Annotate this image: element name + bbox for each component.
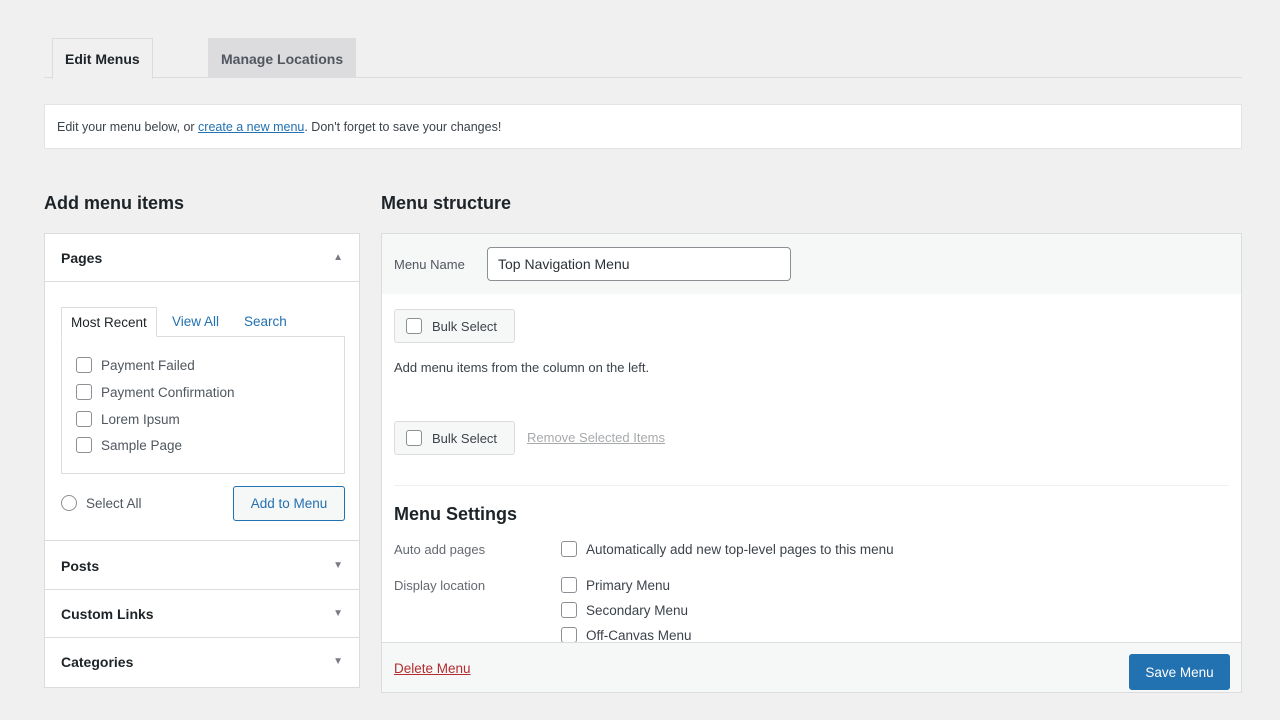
auto-add-pages-label: Auto add pages [394,542,486,557]
bulk-select-label: Bulk Select [432,318,498,334]
location-label: Off-Canvas Menu [586,627,692,643]
notice-prefix: Edit your menu below, or [57,120,199,134]
triangle-up-icon: ▲ [333,252,343,263]
accordion-pages-header[interactable]: Pages ▲ [45,234,359,282]
select-all: Select All [61,495,142,511]
list-item: Payment Failed [76,355,195,375]
checkbox[interactable] [76,437,92,453]
location-label: Primary Menu [586,577,671,593]
accordion-custom-links-header[interactable]: Custom Links ▼ [45,590,359,638]
tab-edit-menus[interactable]: Edit Menus [52,38,153,79]
add-menu-items-heading: Add menu items [44,193,185,213]
triangle-down-icon: ▼ [333,560,343,571]
triangle-down-icon: ▼ [333,608,343,619]
bulk-select-label: Bulk Select [432,430,498,446]
tab-search[interactable]: Search [235,307,296,337]
list-item: Lorem Ipsum [76,409,180,429]
location-checkbox[interactable] [561,627,577,643]
auto-add-option-label: Automatically add new top-level pages to… [586,541,894,557]
page-label: Payment Confirmation [101,384,235,400]
bulk-select-checkbox[interactable] [406,318,422,334]
accordion-categories-label: Categories [61,654,134,670]
checkbox[interactable] [76,384,92,400]
tab-manage-locations[interactable]: Manage Locations [208,38,357,78]
divider [394,485,1229,486]
select-all-checkbox[interactable] [61,495,77,511]
location-option: Off-Canvas Menu [561,627,692,643]
menu-name-input[interactable] [487,247,791,281]
bulk-select-button[interactable]: Bulk Select [394,309,515,343]
page-label: Sample Page [101,437,183,453]
nav-tab-wrapper: Edit Menus Manage Locations [44,38,1242,79]
location-option: Secondary Menu [561,602,688,618]
save-menu-button[interactable]: Save Menu [1129,654,1230,690]
menu-items-accordion: Pages ▲ Most Recent View All Search Paym… [44,233,360,688]
list-item: Payment Confirmation [76,382,235,402]
menu-empty-hint: Add menu items from the column on the le… [394,360,650,375]
page-label: Payment Failed [101,357,195,373]
tab-most-recent[interactable]: Most Recent [61,307,157,337]
auto-add-checkbox[interactable] [561,541,577,557]
create-new-menu-link[interactable]: create a new menu [198,120,304,134]
location-checkbox[interactable] [561,577,577,593]
remove-selected-items-link[interactable]: Remove Selected Items [527,430,665,445]
tab-view-all[interactable]: View All [163,307,228,337]
menu-settings-heading: Menu Settings [394,504,518,524]
display-location-label: Display location [394,578,486,593]
checkbox[interactable] [76,411,92,427]
accordion-categories-header[interactable]: Categories ▼ [45,638,359,686]
location-checkbox[interactable] [561,602,577,618]
menu-name-bar: Menu Name [382,234,1241,294]
location-label: Secondary Menu [586,602,689,618]
accordion-pages-label: Pages [61,250,103,266]
location-option: Primary Menu [561,577,670,593]
menu-name-label: Menu Name [394,257,465,272]
pages-subtabs: Most Recent View All Search [61,307,345,337]
notice-suffix: . Don't forget to save your changes! [304,120,502,134]
menu-footer: Delete Menu Save Menu [382,642,1241,692]
pages-checklist: Payment Failed Payment Confirmation Lore… [61,336,345,474]
accordion-custom-links-label: Custom Links [61,606,154,622]
menu-structure-heading: Menu structure [381,193,512,213]
page-label: Lorem Ipsum [101,411,180,427]
pages-panel: Most Recent View All Search Payment Fail… [45,283,359,541]
checkbox[interactable] [76,357,92,373]
bulk-select-button-bottom[interactable]: Bulk Select [394,421,515,455]
accordion-posts-header[interactable]: Posts ▼ [45,542,359,590]
delete-menu-link[interactable]: Delete Menu [394,661,471,676]
menu-edit-panel: Menu Name Bulk Select Add menu items fro… [381,233,1242,693]
triangle-down-icon: ▼ [333,656,343,667]
auto-add-option: Automatically add new top-level pages to… [561,541,894,557]
select-all-label: Select All [86,495,142,511]
bulk-select-checkbox[interactable] [406,430,422,446]
accordion-posts-label: Posts [61,558,100,574]
add-to-menu-button[interactable]: Add to Menu [233,486,345,521]
manage-menus-notice: Edit your menu below, or create a new me… [44,104,1242,149]
list-item: Sample Page [76,435,182,455]
